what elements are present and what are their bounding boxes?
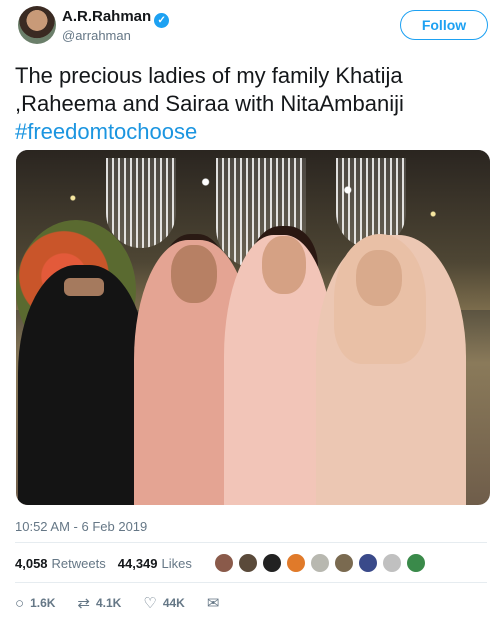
reply-count: 1.6K [30,596,56,610]
liker-avatar[interactable] [213,553,234,573]
user-name-text[interactable]: A.R.Rahman [62,8,151,25]
liker-avatar[interactable] [261,553,282,573]
photo-person-face [262,236,306,294]
user-handle[interactable]: @arrahman [62,28,131,43]
liker-avatars [213,553,430,573]
photo-chandelier [106,158,176,248]
divider [15,542,487,543]
heart-icon: ♡ [143,595,157,612]
liker-avatar[interactable] [237,553,258,573]
user-name[interactable]: A.R.Rahman ✓ [62,8,170,28]
retweets-stat[interactable]: 4,058 Retweets [15,556,106,571]
photo-person-face [356,250,402,306]
tweet-stats: 4,058 Retweets 44,349 Likes [15,552,430,574]
retweet-icon: ⇄ [77,595,90,612]
tweet-header: A.R.Rahman ✓ @arrahman Follow [14,6,488,50]
retweet-count: 4.1K [96,596,122,610]
retweets-label: Retweets [51,555,106,571]
like-count: 44K [162,596,185,610]
liker-avatar[interactable] [381,553,402,573]
likes-label: Likes [161,555,192,571]
follow-button[interactable]: Follow [400,10,488,40]
tweet-actions: ○ 1.6K ⇄ 4.1K ♡ 44K ✉ [15,592,247,614]
direct-message-button[interactable]: ✉ [207,594,226,612]
verified-icon: ✓ [154,13,170,28]
liker-avatar[interactable] [357,553,378,573]
hashtag-link[interactable]: #freedomtochoose [15,118,487,146]
avatar[interactable] [18,6,56,44]
likes-stat[interactable]: 44,349 Likes [118,556,192,571]
liker-avatar[interactable] [333,553,354,573]
retweets-count: 4,058 [15,555,48,571]
tweet-body: The precious ladies of my family Khatija… [15,63,404,116]
reply-button[interactable]: ○ 1.6K [15,595,55,612]
likes-count: 44,349 [117,555,158,571]
tweet-photo[interactable] [16,150,490,505]
tweet-text: The precious ladies of my family Khatija… [15,62,487,146]
tweet-timestamp[interactable]: 10:52 AM - 6 Feb 2019 [15,519,147,534]
like-button[interactable]: ♡ 44K [143,594,184,612]
divider [15,582,487,583]
photo-person [18,265,148,505]
photo-person-eyes [64,278,104,296]
retweet-button[interactable]: ⇄ 4.1K [77,594,121,612]
liker-avatar[interactable] [285,553,306,573]
reply-icon: ○ [15,594,25,612]
photo-person-face [171,245,217,303]
liker-avatar[interactable] [405,553,426,573]
liker-avatar[interactable] [309,553,330,573]
envelope-icon: ✉ [206,595,220,612]
